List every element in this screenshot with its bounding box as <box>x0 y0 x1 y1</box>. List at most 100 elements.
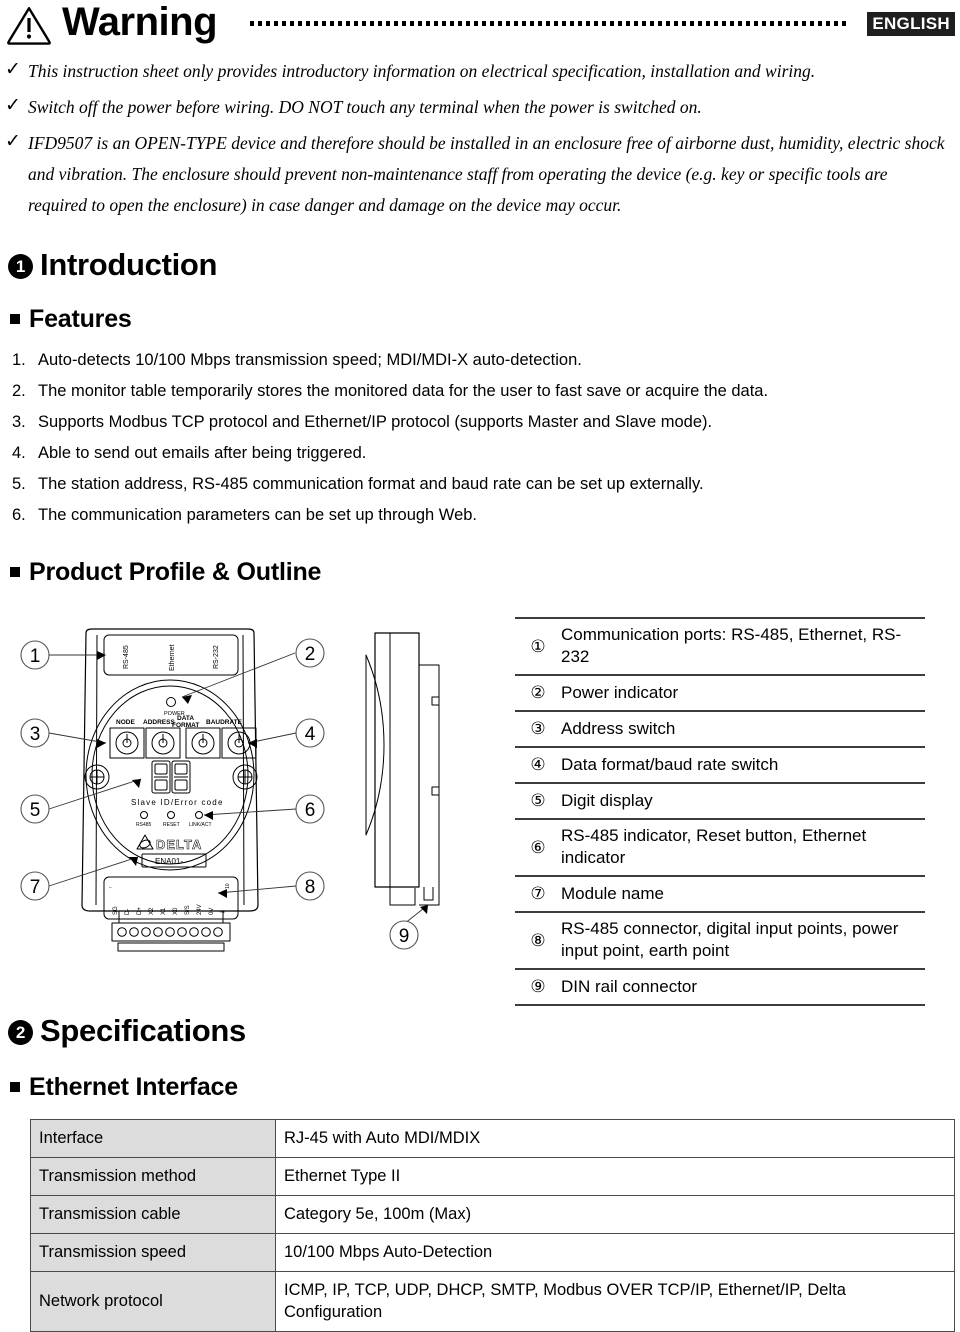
section-heading-specifications: 2 Specifications <box>8 1014 246 1048</box>
legend-row-number: ⑥ <box>530 837 546 858</box>
legend-row: ③ Address switch <box>515 710 925 746</box>
svg-text:SG: SG <box>113 906 119 915</box>
list-item-number: 4. <box>12 444 26 462</box>
svg-text:X0: X0 <box>173 907 179 915</box>
port-label-ethernet: Ethernet <box>169 644 176 671</box>
dotted-leader <box>250 20 848 26</box>
svg-text:D-: D- <box>125 909 131 915</box>
svg-text:DELTA: DELTA <box>156 837 202 852</box>
legend-row: ① Communication ports: RS-485, Ethernet,… <box>515 617 925 674</box>
diagram-legend-table: ① Communication ports: RS-485, Ethernet,… <box>515 617 925 1006</box>
language-badge: ENGLISH <box>867 12 955 36</box>
legend-row-text: Address switch <box>561 718 676 738</box>
square-bullet-icon <box>10 567 20 577</box>
svg-text:↑: ↑ <box>108 887 114 890</box>
list-item-text: The station address, RS-485 communicatio… <box>38 475 704 493</box>
svg-text:10: 10 <box>225 883 231 889</box>
warning-item-text: IFD9507 is an OPEN-TYPE device and there… <box>28 133 945 215</box>
svg-text:S/S: S/S <box>185 905 191 915</box>
table-cell-key: Interface <box>30 1119 276 1158</box>
list-item-text: The monitor table temporarily stores the… <box>38 382 769 400</box>
legend-row-number: ⑦ <box>530 884 546 904</box>
section-number-badge: 1 <box>8 254 33 279</box>
legend-row-number: ④ <box>530 755 546 775</box>
port-label-rs485: RS-485 <box>123 645 130 669</box>
square-bullet-icon <box>10 314 20 324</box>
section-heading-introduction: 1 Introduction <box>8 247 218 282</box>
callout-2: 2 <box>305 644 316 665</box>
list-item: 5. The station address, RS-485 communica… <box>0 469 940 500</box>
list-item: 4. Able to send out emails after being t… <box>0 438 940 469</box>
legend-row-text: Communication ports: RS-485, Ethernet, R… <box>561 625 902 666</box>
warning-item-text: Switch off the power before wiring. DO N… <box>28 97 702 117</box>
svg-text:24V: 24V <box>197 904 203 915</box>
table-cell-key: Transmission cable <box>30 1195 276 1234</box>
callout-8: 8 <box>305 877 316 898</box>
list-item-text: Auto-detects 10/100 Mbps transmission sp… <box>38 351 582 369</box>
warning-header: Warning ENGLISH <box>0 0 960 46</box>
legend-row: ② Power indicator <box>515 674 925 710</box>
callout-5: 5 <box>30 800 41 821</box>
table-cell-value: Category 5e, 100m (Max) <box>275 1195 955 1234</box>
switch-label-node: NODE <box>116 719 135 726</box>
warning-item: ✓ IFD9507 is an OPEN-TYPE device and the… <box>0 128 950 221</box>
table-row: Transmission speed 10/100 Mbps Auto-Dete… <box>30 1233 955 1272</box>
svg-text:X1: X1 <box>161 907 167 915</box>
subsection-heading-text: Features <box>29 305 132 333</box>
legend-row-text: RS-485 indicator, Reset button, Ethernet… <box>561 826 867 867</box>
callout-3: 3 <box>30 724 41 745</box>
callout-4: 4 <box>305 724 316 745</box>
delta-logo-icon: DELTA <box>136 834 202 852</box>
table-cell-value: Ethernet Type II <box>275 1157 955 1196</box>
list-item-number: 6. <box>12 506 26 524</box>
table-cell-key: Transmission speed <box>30 1233 276 1272</box>
subsection-heading-product-profile: Product Profile & Outline <box>10 558 321 586</box>
switch-label-baudrate: BAUDRATE <box>206 719 243 726</box>
subsection-heading-text: Ethernet Interface <box>29 1073 238 1101</box>
list-item: 6. The communication parameters can be s… <box>0 500 940 531</box>
legend-row-number: ⑧ <box>530 930 546 951</box>
list-item-number: 2. <box>12 382 26 400</box>
list-item: 2. The monitor table temporarily stores … <box>0 376 940 407</box>
table-cell-value: ICMP, IP, TCP, UDP, DHCP, SMTP, Modbus O… <box>275 1271 955 1332</box>
check-icon: ✓ <box>5 130 21 152</box>
table-cell-key: Network protocol <box>30 1271 276 1332</box>
subsection-heading-text: Product Profile & Outline <box>29 558 322 586</box>
legend-row-text: Power indicator <box>561 682 679 702</box>
subsection-heading-ethernet-interface: Ethernet Interface <box>10 1073 238 1101</box>
list-item-text: Supports Modbus TCP protocol and Etherne… <box>38 413 713 431</box>
ethernet-interface-table: Interface RJ-45 with Auto MDI/MDIX Trans… <box>30 1119 955 1332</box>
callout-7: 7 <box>30 877 41 898</box>
warning-item-text: This instruction sheet only provides int… <box>28 61 816 81</box>
legend-row: ⑤ Digit display <box>515 782 925 818</box>
table-row: Transmission method Ethernet Type II <box>30 1157 955 1196</box>
legend-row-number: ⑨ <box>530 977 546 997</box>
callout-9: 9 <box>399 926 410 947</box>
warning-list: ✓ This instruction sheet only provides i… <box>0 56 950 226</box>
section-number-badge: 2 <box>8 1020 33 1045</box>
list-item-number: 5. <box>12 475 26 493</box>
legend-row-text: Data format/baud rate switch <box>561 754 779 774</box>
legend-row-text: Module name <box>561 883 665 903</box>
table-row: Transmission cable Category 5e, 100m (Ma… <box>30 1195 955 1234</box>
list-item-number: 1. <box>12 351 26 369</box>
svg-text:X2: X2 <box>149 907 155 915</box>
legend-row-number: ③ <box>530 719 546 739</box>
legend-row-text: DIN rail connector <box>561 976 698 996</box>
indicator-label-linkact: LINK/ACT <box>189 822 212 828</box>
features-list: 1. Auto-detects 10/100 Mbps transmission… <box>0 345 940 531</box>
table-row: Network protocol ICMP, IP, TCP, UDP, DHC… <box>30 1271 955 1332</box>
legend-row: ⑥ RS-485 indicator, Reset button, Ethern… <box>515 818 925 875</box>
product-diagram-svg: RS-485 Ethernet RS-232 POWER NODE ADDRES… <box>20 628 440 952</box>
table-row: Interface RJ-45 with Auto MDI/MDIX <box>30 1119 955 1158</box>
legend-row: ④ Data format/baud rate switch <box>515 746 925 782</box>
list-item-number: 3. <box>12 413 26 431</box>
product-outline-diagram: RS-485 Ethernet RS-232 POWER NODE ADDRES… <box>0 605 505 965</box>
section-heading-text: Introduction <box>40 247 218 282</box>
legend-row-text: RS-485 connector, digital input points, … <box>561 919 899 960</box>
legend-row: ⑧ RS-485 connector, digital input points… <box>515 911 925 968</box>
legend-row-number: ⑤ <box>530 791 546 811</box>
callout-6: 6 <box>305 800 316 821</box>
warning-item: ✓ This instruction sheet only provides i… <box>0 56 950 87</box>
svg-text:0V: 0V <box>209 908 215 915</box>
